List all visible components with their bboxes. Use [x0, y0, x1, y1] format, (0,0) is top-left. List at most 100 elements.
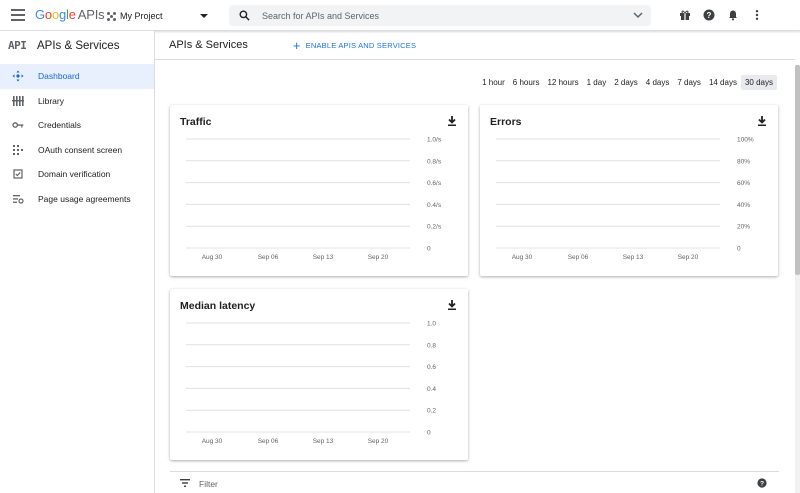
gift-icon[interactable] [679, 9, 691, 21]
errors-card: Errors 100% 80% 60% 40% 20% 0 Aug 30 Sep 06 Sep … [480, 105, 778, 276]
x-tick-label: Sep 13 [623, 254, 644, 261]
time-range-selector: 1 hour 6 hours 12 hours 1 day 2 days 4 d… [478, 75, 777, 90]
search-input[interactable] [262, 8, 612, 23]
y-tick-label: 0.2/s [427, 224, 442, 231]
range-1-day[interactable]: 1 day [583, 75, 611, 90]
logo-suffix: APIs [77, 7, 105, 22]
settings-list-icon [13, 194, 24, 204]
sidebar-item-label: Page usage agreements [38, 193, 131, 204]
key-icon [12, 122, 24, 129]
y-tick-label: 0.4 [427, 386, 436, 393]
range-7-days[interactable]: 7 days [673, 75, 705, 90]
x-tick-label: Sep 20 [678, 254, 699, 261]
svg-text:?: ? [707, 11, 712, 20]
main-menu-icon[interactable] [11, 9, 25, 21]
chevron-down-icon[interactable] [633, 11, 643, 19]
range-14-days[interactable]: 14 days [705, 75, 741, 90]
search-icon [239, 10, 250, 21]
sidebar-title: APIs & Services [37, 39, 120, 52]
traffic-chart: 1.0/s 0.8/s 0.6/s 0.4/s 0.2/s 0 Aug 30 Sep 06 Se… [186, 137, 442, 261]
help-icon[interactable]: ? [757, 478, 767, 488]
sidebar-item-dashboard[interactable]: Dashboard [0, 64, 154, 89]
x-tick-label: Sep 06 [258, 438, 279, 445]
y-tick-label: 0.8/s [427, 158, 442, 165]
x-tick-label: Sep 13 [313, 438, 334, 445]
x-tick-label: Sep 13 [313, 254, 334, 261]
notifications-icon[interactable] [727, 9, 739, 21]
search-bar [229, 5, 651, 26]
range-1-hour[interactable]: 1 hour [478, 75, 509, 90]
help-icon[interactable]: ? [703, 9, 715, 21]
x-tick-label: Sep 06 [568, 254, 589, 261]
traffic-card: Traffic 1.0/s 0.8/s 0.6/s 0.4/s 0.2/s 0 Aug 30… [170, 105, 468, 276]
sidebar-item-label: Credentials [38, 120, 81, 131]
range-12-hours[interactable]: 12 hours [543, 75, 582, 90]
enable-apis-button[interactable]: + ENABLE APIS AND SERVICES [293, 39, 416, 52]
sidebar-item-page-usage-agreements[interactable]: Page usage agreements [0, 187, 154, 212]
y-tick-label: 1.0 [427, 321, 436, 328]
project-selector[interactable]: My Project [107, 8, 208, 24]
y-tick-label: 0 [427, 430, 431, 437]
sidebar-item-label: Domain verification [38, 169, 111, 180]
enable-apis-label: ENABLE APIS AND SERVICES [305, 40, 417, 50]
median-latency-chart: 1.0 0.8 0.6 0.4 0.2 0 Aug 30 Sep 06 Sep 13 Sep 20 [186, 321, 436, 445]
api-badge: API [8, 39, 27, 52]
sidebar-item-domain-verification[interactable]: Domain verification [0, 162, 154, 187]
sidebar-item-label: OAuth consent screen [38, 144, 123, 155]
sidebar-item-credentials[interactable]: Credentials [0, 113, 154, 138]
y-tick-label: 0 [427, 246, 431, 253]
scrollbar[interactable] [795, 65, 800, 493]
y-tick-label: 20% [737, 224, 750, 231]
top-bar: GoogleAPIs My Project ? [0, 0, 800, 31]
x-tick-label: Sep 20 [368, 438, 389, 445]
y-tick-label: 100% [737, 137, 754, 144]
main-header: APIs & Services + ENABLE APIS AND SERVIC… [155, 31, 795, 60]
y-tick-label: 0 [737, 246, 741, 253]
range-6-hours[interactable]: 6 hours [509, 75, 544, 90]
svg-text:?: ? [760, 481, 764, 488]
median-latency-card: Median latency 1.0 0.8 0.6 0.4 0.2 0 Aug 30 Sep… [170, 289, 468, 460]
more-vert-icon[interactable] [751, 9, 763, 21]
sidebar-item-oauth[interactable]: OAuth consent screen [0, 138, 154, 163]
sidebar-item-label: Library [38, 95, 64, 106]
logo-letter: g [58, 7, 67, 22]
filter-bar: Filter ? [170, 471, 779, 493]
project-icon [107, 11, 116, 21]
plus-icon: + [292, 37, 301, 53]
y-tick-label: 1.0/s [427, 137, 442, 144]
sidebar-nav: Dashboard Library Credentials OAuth cons… [0, 64, 154, 211]
sidebar: API APIs & Services Dashboard Library Cr… [0, 31, 155, 493]
sidebar-header: API APIs & Services [0, 31, 154, 60]
y-tick-label: 0.6 [427, 364, 436, 371]
y-tick-label: 60% [737, 180, 750, 187]
logo-letter: G [35, 7, 45, 22]
filter-icon[interactable] [180, 479, 190, 487]
y-tick-label: 0.2 [427, 408, 436, 415]
x-tick-label: Sep 06 [258, 254, 279, 261]
logo-letter: o [44, 7, 52, 22]
x-tick-label: Aug 30 [512, 254, 533, 261]
sidebar-item-library[interactable]: Library [0, 89, 154, 114]
y-tick-label: 0.8 [427, 342, 436, 349]
y-tick-label: 0.4/s [427, 202, 442, 209]
filter-input-label[interactable]: Filter [199, 479, 218, 489]
logo-letter: o [51, 7, 59, 22]
checkbox-icon [13, 169, 23, 179]
page-title: APIs & Services [169, 39, 248, 51]
library-icon [12, 95, 24, 106]
x-tick-label: Aug 30 [202, 438, 223, 445]
y-tick-label: 40% [737, 202, 750, 209]
sidebar-item-label: Dashboard [38, 71, 80, 82]
project-name: My Project [120, 11, 163, 21]
x-tick-label: Sep 20 [368, 254, 389, 261]
y-tick-label: 80% [737, 158, 750, 165]
range-2-days[interactable]: 2 days [610, 75, 642, 90]
errors-chart: 100% 80% 60% 40% 20% 0 Aug 30 Sep 06 Sep 13 Sep 2… [496, 137, 754, 261]
y-tick-label: 0.6/s [427, 180, 442, 187]
scrollbar-thumb[interactable] [795, 65, 800, 275]
range-30-days[interactable]: 30 days [740, 75, 777, 90]
google-apis-logo[interactable]: Google APIs [35, 7, 105, 22]
caret-down-icon [199, 14, 208, 18]
range-4-days[interactable]: 4 days [642, 75, 674, 90]
dashboard-icon [12, 70, 24, 82]
